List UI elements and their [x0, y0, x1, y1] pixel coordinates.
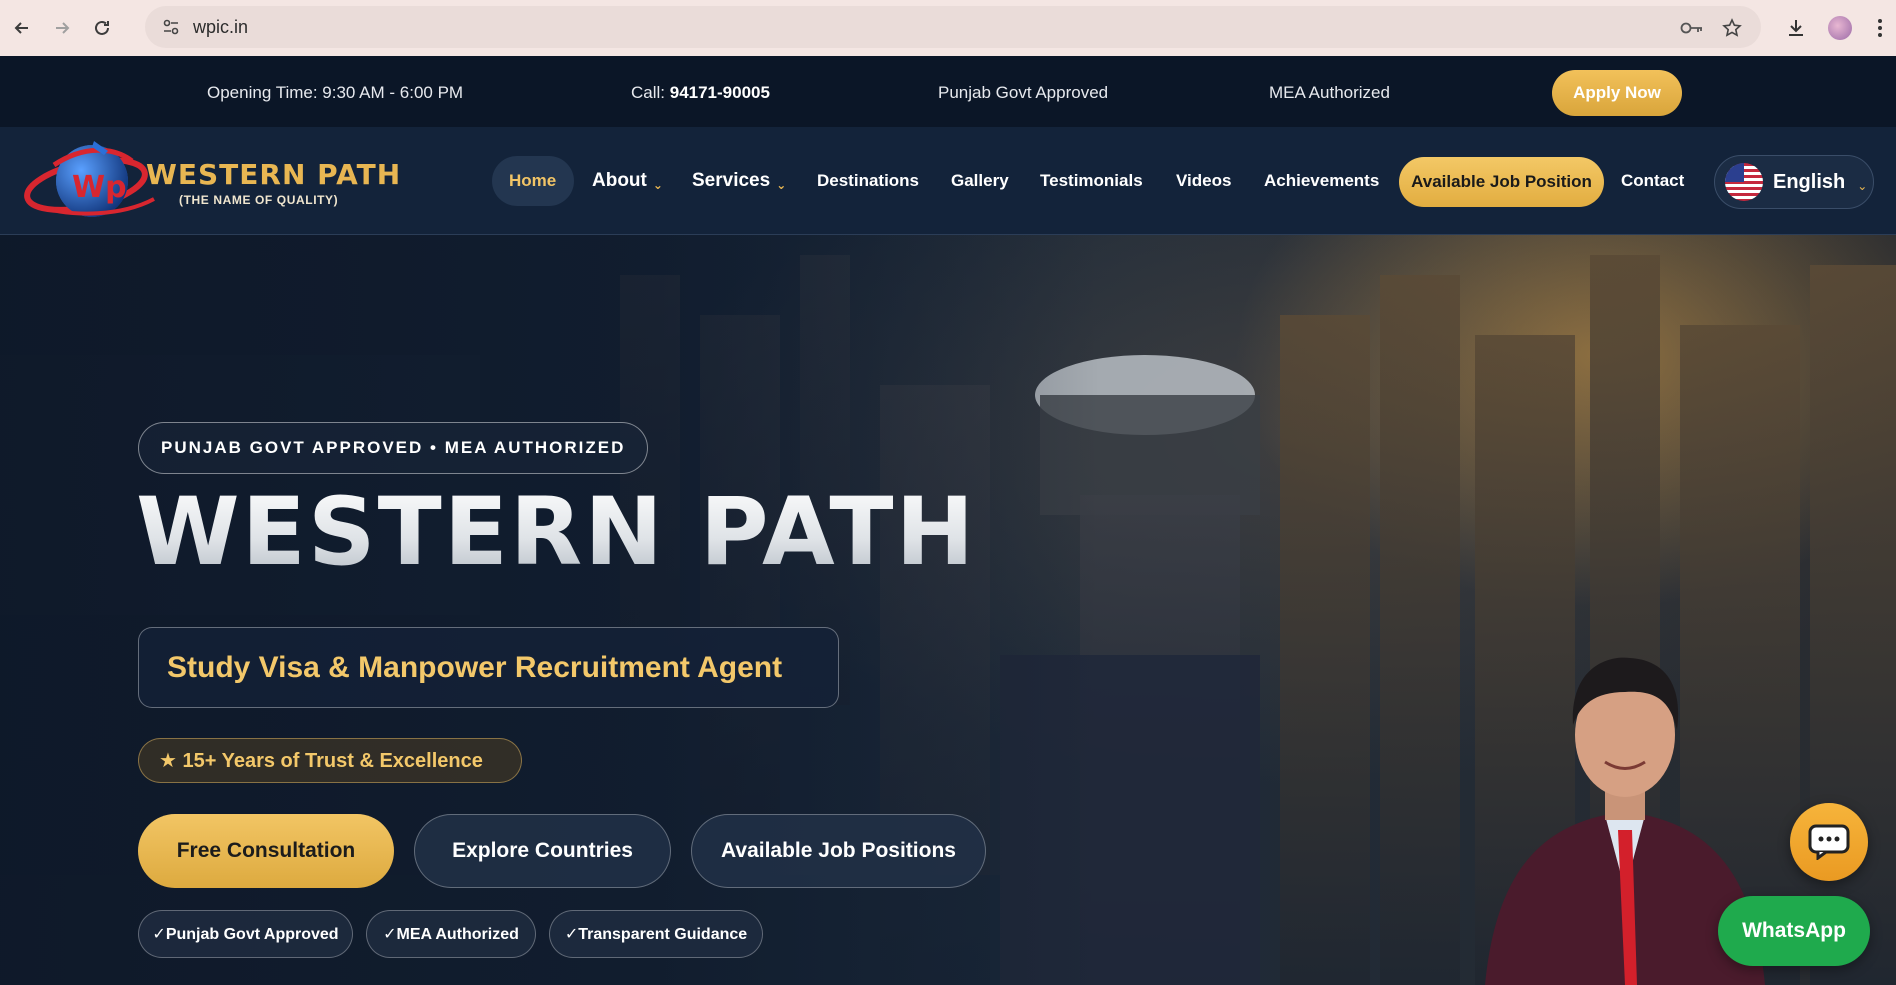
free-consultation-button[interactable]: Free Consultation: [138, 814, 394, 888]
call-info[interactable]: Call: 94171-90005: [631, 83, 770, 103]
bookmark-star-icon[interactable]: [1719, 15, 1745, 41]
opening-time: Opening Time: 9:30 AM - 6:00 PM: [207, 83, 464, 102]
nav-destinations[interactable]: Destinations: [817, 165, 919, 197]
nav-services[interactable]: Services ⌄: [692, 165, 786, 197]
svg-text:Wp: Wp: [72, 170, 127, 205]
site-logo[interactable]: Wp WESTERN PATH (THE NAME OF QUALITY): [14, 135, 400, 225]
call-number[interactable]: 94171-90005: [670, 83, 770, 102]
chat-icon: [1808, 824, 1850, 860]
chat-button[interactable]: [1790, 803, 1868, 881]
govt-approved-text: Punjab Govt Approved: [938, 83, 1109, 102]
browser-toolbar: wpic.in: [0, 0, 1896, 56]
apply-now-button[interactable]: Apply Now: [1552, 70, 1682, 116]
nav-contact[interactable]: Contact: [1621, 165, 1684, 197]
available-job-positions-button[interactable]: Available Job Positions: [691, 814, 986, 888]
profile-avatar[interactable]: [1824, 12, 1856, 44]
more-menu-icon[interactable]: [1868, 12, 1892, 44]
info-bar: Opening Time: 9:30 AM - 6:00 PM Call: 94…: [0, 56, 1896, 127]
logo-subtitle: (THE NAME OF QUALITY): [179, 193, 339, 207]
reload-icon[interactable]: [82, 8, 122, 48]
website: Opening Time: 9:30 AM - 6:00 PM Call: 94…: [0, 56, 1896, 985]
us-flag-icon: [1725, 163, 1763, 201]
hero-section: PUNJAB GOVT APPROVED • MEA AUTHORIZED WE…: [0, 235, 1896, 985]
nav-about-label: About: [592, 170, 647, 191]
nav-home[interactable]: Home: [509, 171, 556, 191]
hero-title: WESTERN PATH: [136, 477, 976, 590]
language-selector[interactable]: English ⌄: [1714, 155, 1874, 209]
nav-testimonials[interactable]: Testimonials: [1040, 165, 1143, 197]
forward-icon[interactable]: [42, 8, 82, 48]
nav-about[interactable]: About ⌄: [592, 165, 663, 197]
logo-title: WESTERN PATH: [146, 158, 402, 191]
approval-badge: PUNJAB GOVT APPROVED • MEA AUTHORIZED: [138, 422, 649, 474]
whatsapp-button[interactable]: WhatsApp: [1718, 896, 1870, 966]
explore-countries-button[interactable]: Explore Countries: [414, 814, 671, 888]
nav-gallery[interactable]: Gallery: [951, 165, 1009, 197]
trust-years-badge: ★ 15+ Years of Trust & Excellence: [138, 738, 522, 783]
key-icon[interactable]: [1679, 15, 1705, 41]
logo-globe-icon: Wp: [24, 141, 155, 217]
chip-transparent: ✓Transparent Guidance: [549, 910, 763, 958]
chip-punjab-govt: ✓Punjab Govt Approved: [138, 910, 353, 958]
nav-videos[interactable]: Videos: [1176, 165, 1231, 197]
language-label: English: [1773, 170, 1846, 193]
chevron-down-icon: ⌄: [1857, 179, 1868, 193]
back-icon[interactable]: [2, 8, 42, 48]
call-label: Call:: [631, 83, 670, 102]
main-navbar: Wp WESTERN PATH (THE NAME OF QUALITY) Ho…: [0, 127, 1896, 235]
hero-tagline: Study Visa & Manpower Recruitment Agent: [138, 627, 839, 708]
mea-authorized-text: MEA Authorized: [1269, 83, 1390, 102]
address-bar[interactable]: wpic.in: [145, 6, 1761, 48]
site-settings-icon[interactable]: [157, 18, 185, 36]
url-text[interactable]: wpic.in: [193, 17, 248, 38]
chevron-down-icon: ⌄: [776, 178, 787, 192]
nav-achievements[interactable]: Achievements: [1264, 165, 1379, 197]
chip-mea: ✓MEA Authorized: [366, 910, 536, 958]
nav-services-label: Services: [692, 170, 771, 191]
download-icon[interactable]: [1780, 12, 1812, 44]
chevron-down-icon: ⌄: [652, 178, 663, 192]
nav-available-job-button[interactable]: Available Job Position: [1399, 157, 1604, 207]
